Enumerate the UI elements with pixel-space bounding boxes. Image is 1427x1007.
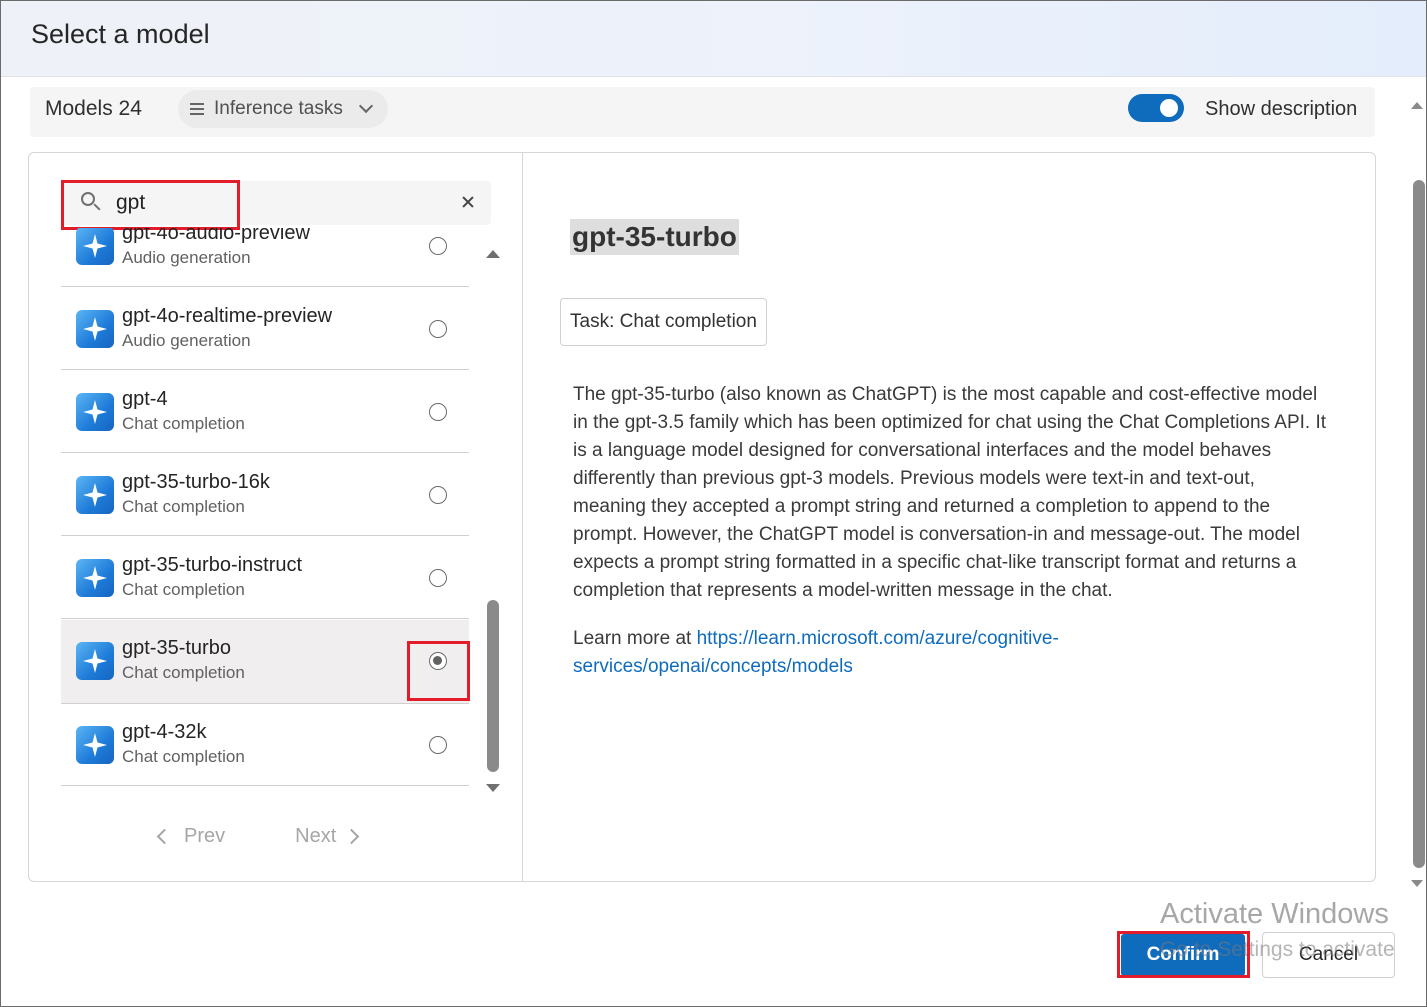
search-icon <box>81 192 101 211</box>
show-description-label: Show description <box>1205 98 1358 120</box>
list-item[interactable]: gpt-4o-realtime-preview Audio generation <box>61 288 469 370</box>
model-selection-panel: gpt-4o-audio-preview Audio generation gp… <box>28 152 1376 882</box>
chevron-right-icon <box>343 828 360 844</box>
sparkle-icon <box>76 642 114 680</box>
sparkle-icon <box>76 726 114 764</box>
next-label: Next <box>295 824 337 847</box>
list-item[interactable]: gpt-35-turbo-instruct Chat completion <box>61 537 469 619</box>
list-item[interactable]: gpt-4o-audio-preview Audio generation <box>61 228 469 287</box>
model-name: gpt-4-32k <box>122 721 207 743</box>
learn-more: Learn more at https://learn.microsoft.co… <box>573 625 1133 681</box>
model-radio[interactable] <box>429 320 447 338</box>
model-name: gpt-4o-audio-preview <box>122 228 310 244</box>
dialog-title: Select a model <box>31 19 210 49</box>
activate-windows-watermark-subtitle: Go to Settings to activate <box>1160 938 1395 961</box>
model-name: gpt-35-turbo <box>122 637 231 659</box>
sparkle-icon <box>76 476 114 514</box>
model-name: gpt-35-turbo-instruct <box>122 554 303 576</box>
model-detail-title: gpt-35-turbo <box>570 219 739 255</box>
models-toolbar: Models 24 Inference tasks Show descripti… <box>30 87 1375 137</box>
model-radio[interactable] <box>429 486 447 504</box>
list-item[interactable]: gpt-4 Chat completion <box>61 371 469 453</box>
list-item[interactable]: gpt-4-32k Chat completion <box>61 704 469 786</box>
model-name: gpt-4o-realtime-preview <box>122 305 333 327</box>
dialog-header: Select a model <box>1 1 1426 77</box>
model-task: Audio generation <box>122 248 251 267</box>
models-count: Models 24 <box>45 97 142 120</box>
model-radio[interactable] <box>429 237 447 255</box>
sparkle-icon <box>76 310 114 348</box>
model-detail-column: gpt-35-turbo Task: Chat completion The g… <box>523 153 1375 881</box>
task-tag: Task: Chat completion <box>560 298 767 346</box>
chevron-down-icon <box>358 98 373 114</box>
model-radio-selected[interactable] <box>429 652 447 670</box>
model-task: Chat completion <box>122 497 245 516</box>
activate-windows-watermark-title: Activate Windows <box>1160 898 1389 930</box>
list-icon <box>190 103 204 115</box>
dialog-scroll-up-arrow[interactable] <box>1411 102 1423 109</box>
list-item-selected[interactable]: gpt-35-turbo Chat completion <box>61 620 469 704</box>
model-task: Chat completion <box>122 580 245 599</box>
list-scroll-down-arrow[interactable] <box>486 784 500 792</box>
inference-tasks-filter-button[interactable]: Inference tasks <box>178 90 388 128</box>
list-scrollbar-thumb[interactable] <box>487 600 499 772</box>
show-description-toggle[interactable] <box>1128 94 1184 122</box>
learn-more-prefix: Learn more at <box>573 628 697 649</box>
dialog-scroll-down-arrow[interactable] <box>1411 880 1423 887</box>
model-task: Audio generation <box>122 331 251 350</box>
model-radio[interactable] <box>429 569 447 587</box>
list-scroll-up-arrow[interactable] <box>486 250 500 258</box>
list-item[interactable]: gpt-35-turbo-16k Chat completion <box>61 454 469 536</box>
toggle-knob <box>1160 99 1178 117</box>
chevron-left-icon <box>156 828 173 844</box>
model-description: The gpt-35-turbo (also known as ChatGPT)… <box>573 384 1327 601</box>
model-task: Chat completion <box>122 747 245 766</box>
search-box <box>61 181 491 225</box>
pagination: Prev Next <box>156 821 360 851</box>
prev-page-button[interactable]: Prev <box>156 824 226 848</box>
model-name: gpt-35-turbo-16k <box>122 471 270 493</box>
dialog-scrollbar-thumb[interactable] <box>1413 180 1425 868</box>
model-task: Chat completion <box>122 663 245 682</box>
clear-search-icon[interactable] <box>457 191 479 213</box>
prev-label: Prev <box>184 824 226 847</box>
sparkle-icon <box>76 228 114 265</box>
model-task: Chat completion <box>122 414 245 433</box>
model-list-column: gpt-4o-audio-preview Audio generation gp… <box>29 153 523 881</box>
search-input[interactable] <box>116 188 416 218</box>
model-radio[interactable] <box>429 736 447 754</box>
sparkle-icon <box>76 393 114 431</box>
next-page-button[interactable]: Next <box>295 824 360 848</box>
inference-tasks-label: Inference tasks <box>214 98 343 119</box>
model-list: gpt-4o-audio-preview Audio generation gp… <box>61 228 469 794</box>
sparkle-icon <box>76 559 114 597</box>
model-name: gpt-4 <box>122 388 168 410</box>
model-radio[interactable] <box>429 403 447 421</box>
